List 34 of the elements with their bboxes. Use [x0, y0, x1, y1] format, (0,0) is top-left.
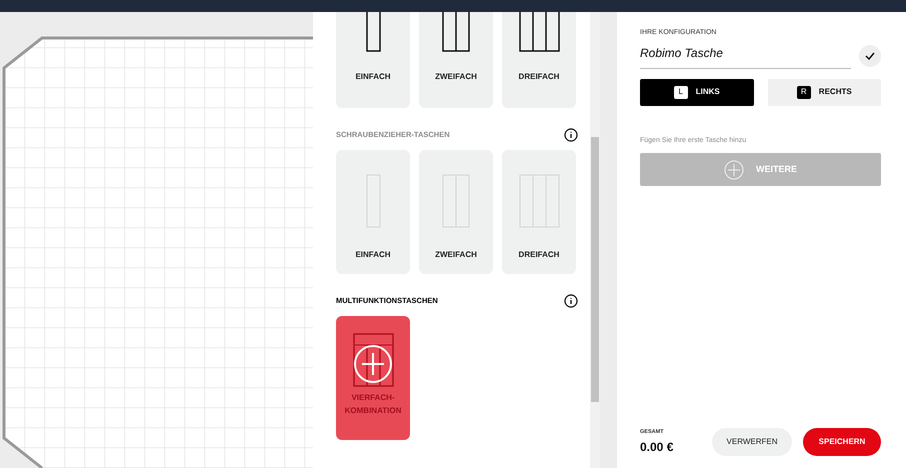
card-label: EINFACH	[354, 249, 392, 261]
pocket-card[interactable]: ZWEIFACH	[419, 12, 493, 108]
pocket-icon	[366, 12, 380, 52]
pocket-card[interactable]: EINFACH	[336, 150, 410, 274]
pocket-icon	[366, 174, 380, 228]
card-label: ZWEIFACH	[434, 249, 478, 261]
side-key: L	[674, 86, 688, 98]
side-tab[interactable]: R RECHTS	[768, 78, 881, 106]
plus-circle-icon	[353, 344, 393, 384]
side-tab[interactable]: L LINKS	[640, 78, 754, 106]
card-label: EINFACH	[354, 71, 392, 83]
pocket-card[interactable]: DREIFACH	[502, 12, 576, 108]
confirm-button[interactable]	[859, 45, 881, 67]
discard-button[interactable]: VERWERFEN	[712, 428, 792, 456]
pocket-card[interactable]: DREIFACH	[502, 150, 576, 274]
check-icon	[865, 52, 875, 60]
pocket-card[interactable]: EINFACH	[336, 12, 410, 108]
pocket-icon	[518, 12, 560, 52]
plus-circle-icon	[724, 160, 744, 180]
pocket-icon	[518, 174, 560, 228]
card-label: DREIFACH	[518, 71, 560, 83]
pocket-icon	[442, 174, 470, 228]
card-label: VIERFACH-KOMBINATION	[344, 392, 402, 417]
pocket-card[interactable]: ZWEIFACH	[419, 150, 493, 274]
info-icon[interactable]	[564, 294, 578, 308]
name-field[interactable]: Robimo Tasche	[640, 44, 851, 68]
pocket-icon	[352, 333, 394, 387]
info-icon[interactable]	[564, 128, 578, 142]
save-button[interactable]: SPEICHERN	[803, 428, 881, 456]
side-key: R	[796, 86, 811, 98]
pocket-icon	[442, 12, 470, 52]
card-label: ZWEIFACH	[434, 71, 478, 83]
card-label: DREIFACH	[518, 249, 560, 261]
total-price: 0.00 €	[640, 439, 674, 456]
